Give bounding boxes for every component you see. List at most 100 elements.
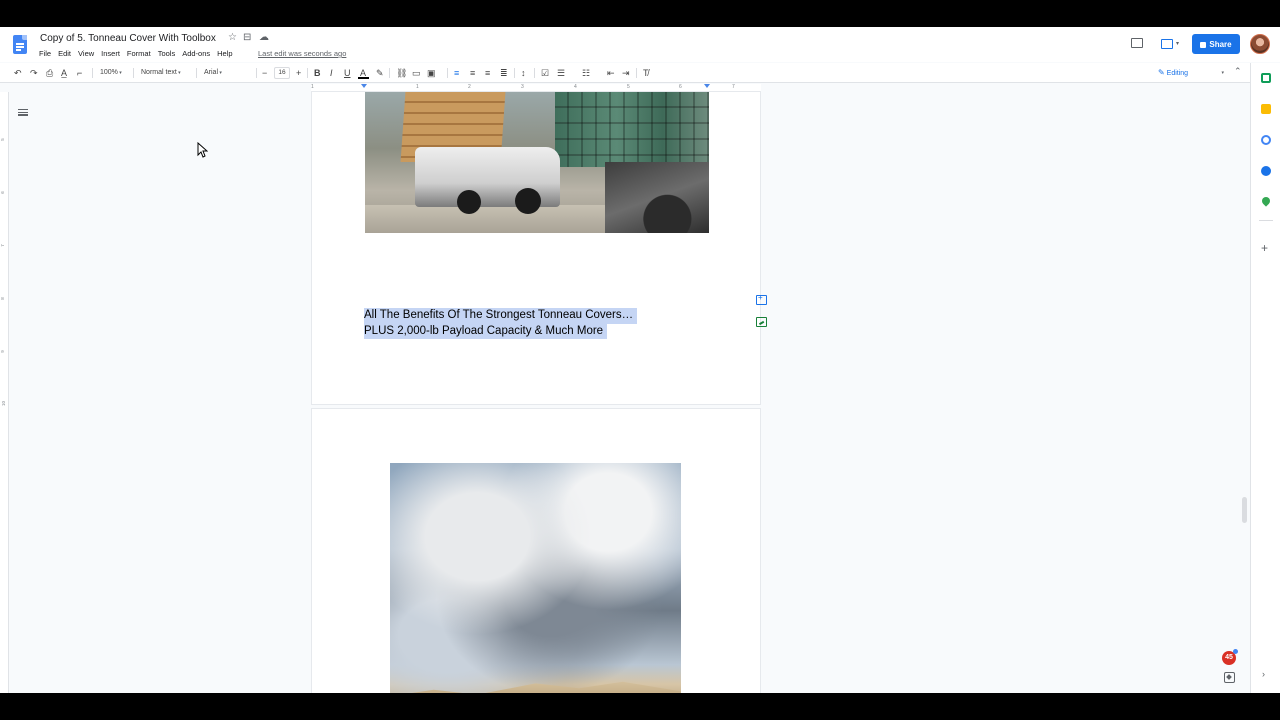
lock-icon (1200, 42, 1207, 48)
mode-label: Editing (1166, 70, 1189, 77)
ruler-number: 1 (416, 84, 419, 90)
image-icon[interactable]: ▣ (427, 67, 436, 79)
sheets-icon[interactable] (1261, 73, 1271, 83)
title-bar: Copy of 5. Tonneau Cover With Toolbox ☆ … (0, 27, 1280, 62)
chevron-down-icon: ▾ (1176, 41, 1180, 47)
ruler-number: 9 (0, 350, 5, 353)
ruler-number: 5 (627, 84, 630, 90)
checklist-icon[interactable]: ☑ (541, 67, 549, 79)
ruler-number: 7 (732, 84, 735, 90)
ruler-number: 6 (679, 84, 682, 90)
share-label: Share (1209, 39, 1232, 49)
document-page[interactable] (312, 409, 760, 693)
ruler-number: 5 (0, 138, 5, 141)
font-select[interactable]: Arial (204, 67, 254, 79)
menu-help[interactable]: Help (217, 49, 232, 61)
ruler-number: 3 (521, 84, 524, 90)
menu-format[interactable]: Format (127, 49, 151, 61)
menu-insert[interactable]: Insert (101, 49, 120, 61)
side-panel: + › (1250, 63, 1280, 693)
document-outline-icon[interactable] (18, 109, 28, 118)
ruler-number: 10 (1, 400, 7, 407)
ruler-number: 1 (311, 84, 314, 90)
notification-badge[interactable]: 45 (1222, 649, 1238, 665)
increase-indent-icon[interactable]: ⇥ (622, 67, 630, 79)
menu-edit[interactable]: Edit (58, 49, 71, 61)
desert-sky-photo[interactable] (390, 463, 681, 693)
menu-file[interactable]: File (39, 49, 51, 61)
vertical-ruler: 5 6 7 8 9 10 (0, 92, 9, 693)
docs-logo-icon[interactable] (13, 35, 27, 54)
redo-icon[interactable]: ↷ (30, 67, 38, 79)
mode-select[interactable]: ✎ Editing ▾ (1154, 66, 1226, 80)
text-line[interactable]: PLUS 2,000-lb Payload Capacity & Much Mo… (364, 323, 608, 339)
present-button[interactable]: ▾ (1158, 36, 1184, 52)
zoom-select[interactable]: 100% (100, 67, 122, 79)
keep-icon[interactable] (1261, 104, 1271, 114)
decrease-indent-icon[interactable]: ⇤ (607, 67, 615, 79)
document-page[interactable]: All The Benefits Of The Strongest Tonnea… (312, 92, 760, 404)
present-icon (1161, 39, 1173, 49)
scrollbar-thumb[interactable] (1242, 497, 1247, 523)
align-right-icon[interactable]: ≡ (485, 67, 490, 79)
italic-icon[interactable]: I (330, 67, 333, 79)
text-line[interactable]: All The Benefits Of The Strongest Tonnea… (364, 308, 638, 324)
cloud-saved-icon[interactable]: ☁ (259, 32, 269, 44)
account-avatar[interactable] (1250, 34, 1270, 54)
clear-formatting-icon[interactable]: T̸ (643, 67, 649, 79)
align-left-icon[interactable]: ≡ (454, 67, 459, 79)
style-select[interactable]: Normal text (141, 67, 181, 79)
justify-icon[interactable]: ≣ (500, 67, 508, 79)
align-center-icon[interactable]: ≡ (470, 67, 475, 79)
ruler-number: 7 (0, 244, 5, 247)
comment-icon[interactable]: ▭ (412, 67, 421, 79)
bold-icon[interactable]: B (314, 67, 321, 79)
menu-bar: File Edit View Insert Format Tools Add-o… (39, 49, 240, 61)
chevron-down-icon: ▾ (1221, 70, 1224, 76)
menu-tools[interactable]: Tools (158, 49, 176, 61)
maps-icon[interactable] (1260, 195, 1272, 207)
ruler-number: 4 (574, 84, 577, 90)
ruler-number: 2 (468, 84, 471, 90)
get-addons-icon[interactable]: + (1261, 241, 1268, 255)
spellcheck-icon[interactable]: A̲ (61, 67, 67, 79)
increase-font-size-button[interactable]: + (296, 67, 301, 79)
explore-icon[interactable] (1224, 672, 1235, 683)
suggest-edits-icon[interactable] (756, 317, 767, 327)
menu-view[interactable]: View (78, 49, 94, 61)
menu-addons[interactable]: Add-ons (182, 49, 210, 61)
link-icon[interactable]: ⛓ (396, 67, 407, 79)
font-size-input[interactable]: 16 (274, 67, 290, 79)
highlight-icon[interactable]: ✎ (376, 67, 384, 79)
underline-icon[interactable]: U (344, 67, 351, 79)
docs-window: Copy of 5. Tonneau Cover With Toolbox ☆ … (0, 27, 1280, 693)
comment-history-icon[interactable] (1131, 38, 1143, 48)
ruler-number: 8 (0, 297, 5, 300)
share-button[interactable]: Share (1192, 34, 1240, 54)
collapse-menus-icon[interactable]: ⌃ (1234, 66, 1242, 77)
add-comment-icon[interactable] (756, 293, 767, 305)
chevron-right-icon[interactable]: › (1262, 669, 1265, 679)
print-icon[interactable]: ⎙ (46, 67, 53, 79)
right-indent-marker[interactable] (704, 84, 710, 88)
horizontal-ruler[interactable]: 1 1 2 3 4 5 6 7 (311, 84, 761, 92)
text-color-swatch (358, 77, 369, 79)
selected-paragraph[interactable]: All The Benefits Of The Strongest Tonnea… (364, 308, 638, 339)
tasks-icon[interactable] (1261, 135, 1271, 145)
pencil-icon: ✎ (1158, 68, 1165, 77)
contacts-icon[interactable] (1261, 166, 1271, 176)
move-folder-icon[interactable]: ⊟ (243, 32, 251, 44)
decrease-font-size-button[interactable]: − (262, 67, 267, 79)
star-icon[interactable]: ☆ (228, 32, 237, 44)
left-indent-marker[interactable] (361, 84, 367, 88)
numbered-list-icon[interactable]: ☷ (582, 67, 590, 79)
bullet-list-icon[interactable]: ☰ (557, 67, 565, 79)
paint-format-icon[interactable]: ⌐ (77, 67, 82, 79)
toolbar: ↶ ↷ ⎙ A̲ ⌐ 100% Normal text Arial − 16 +… (0, 63, 1250, 83)
truck-photo[interactable] (365, 92, 709, 233)
ruler-number: 6 (0, 191, 5, 194)
undo-icon[interactable]: ↶ (14, 67, 22, 79)
last-edit-link[interactable]: Last edit was seconds ago (258, 49, 346, 58)
line-spacing-icon[interactable]: ↕ (521, 67, 526, 79)
document-title[interactable]: Copy of 5. Tonneau Cover With Toolbox (40, 33, 216, 44)
